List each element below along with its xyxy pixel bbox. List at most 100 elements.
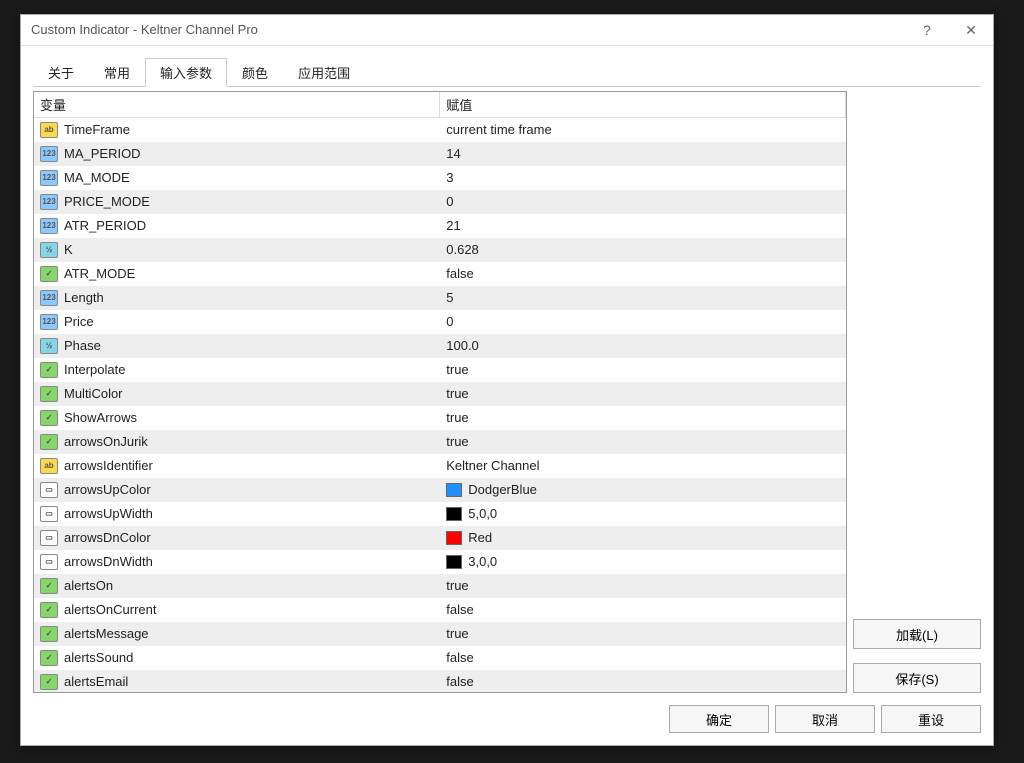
param-name-cell: 123 Length — [34, 286, 440, 310]
type-ab-icon: ab — [40, 122, 58, 138]
tab-4[interactable]: 应用范围 — [283, 58, 365, 87]
table-row[interactable]: ▭arrowsDnWidth3,0,0 — [34, 550, 846, 574]
param-value-cell[interactable]: 5,0,0 — [440, 502, 846, 526]
ok-button[interactable]: 确定 — [669, 705, 769, 733]
param-value: false — [446, 602, 473, 617]
table-row[interactable]: 123MA_MODE3 — [34, 166, 846, 190]
param-value-cell[interactable]: false — [440, 646, 846, 670]
param-value-cell[interactable]: 0.628 — [440, 238, 846, 262]
param-name: alertsOnCurrent — [64, 602, 156, 617]
reset-button[interactable]: 重设 — [881, 705, 981, 733]
table-row[interactable]: ½K0.628 — [34, 238, 846, 262]
type-123-icon: 123 — [40, 218, 58, 234]
param-value-cell[interactable]: true — [440, 430, 846, 454]
param-name-cell: 123MA_MODE — [34, 166, 440, 190]
table-row[interactable]: ✓alertsSoundfalse — [34, 646, 846, 670]
param-value-cell[interactable]: DodgerBlue — [440, 478, 846, 502]
type-bool-icon: ✓ — [40, 626, 58, 642]
color-swatch-icon — [446, 483, 462, 497]
param-value-cell[interactable]: Red — [440, 526, 846, 550]
table-row[interactable]: ✓alertsEmailfalse — [34, 670, 846, 693]
param-name: Length — [64, 290, 104, 305]
param-value-cell[interactable]: true — [440, 382, 846, 406]
param-value-cell[interactable]: 100.0 — [440, 334, 846, 358]
param-name-cell: ✓alertsOn — [34, 574, 440, 598]
table-row[interactable]: ✓Interpolate true — [34, 358, 846, 382]
param-value: 21 — [446, 218, 460, 233]
param-name-cell: 123Price — [34, 310, 440, 334]
param-value-cell[interactable]: false — [440, 262, 846, 286]
table-row[interactable]: 123PRICE_MODE0 — [34, 190, 846, 214]
tab-2[interactable]: 输入参数 — [145, 58, 227, 87]
table-row[interactable]: 123 Length 5 — [34, 286, 846, 310]
param-name-cell: ✓Interpolate — [34, 358, 440, 382]
type-123-icon: 123 — [40, 146, 58, 162]
param-name: Interpolate — [64, 362, 125, 377]
param-value-cell[interactable]: Keltner Channel — [440, 454, 846, 478]
param-value: 100.0 — [446, 338, 479, 353]
load-button[interactable]: 加载(L) — [853, 619, 981, 649]
param-value-cell[interactable]: false — [440, 598, 846, 622]
table-row[interactable]: ▭arrowsDnColorRed — [34, 526, 846, 550]
cancel-button[interactable]: 取消 — [775, 705, 875, 733]
type-123-icon: 123 — [40, 290, 58, 306]
help-icon[interactable]: ? — [905, 15, 949, 45]
table-row[interactable]: ✓arrowsOnJuriktrue — [34, 430, 846, 454]
param-name: arrowsDnColor — [64, 530, 151, 545]
param-name: arrowsIdentifier — [64, 458, 153, 473]
table-row[interactable]: ½Phase100.0 — [34, 334, 846, 358]
tab-0[interactable]: 关于 — [33, 58, 89, 87]
param-value-cell[interactable]: 21 — [440, 214, 846, 238]
param-name: Phase — [64, 338, 101, 353]
type-bool-icon: ✓ — [40, 266, 58, 282]
table-row[interactable]: ✓alertsOnCurrentfalse — [34, 598, 846, 622]
param-name: PRICE_MODE — [64, 194, 150, 209]
table-row[interactable]: ✓ATR_MODEfalse — [34, 262, 846, 286]
param-name-cell: abarrowsIdentifier — [34, 454, 440, 478]
param-value-cell[interactable]: 3,0,0 — [440, 550, 846, 574]
table-row[interactable]: abTimeFramecurrent time frame — [34, 118, 846, 143]
type-bool-icon: ✓ — [40, 410, 58, 426]
param-value: 5 — [446, 290, 453, 305]
table-row[interactable]: abarrowsIdentifierKeltner Channel — [34, 454, 846, 478]
param-value: true — [446, 362, 468, 377]
table-row[interactable]: ✓ ShowArrows true — [34, 406, 846, 430]
param-value-cell[interactable]: current time frame — [440, 118, 846, 143]
param-value-cell[interactable]: true — [440, 622, 846, 646]
param-name-cell: 123MA_PERIOD — [34, 142, 440, 166]
table-row[interactable]: ▭arrowsUpWidth5,0,0 — [34, 502, 846, 526]
color-swatch-icon — [446, 555, 462, 569]
type-bool-icon: ✓ — [40, 650, 58, 666]
tab-1[interactable]: 常用 — [89, 58, 145, 87]
param-name-cell: ✓alertsSound — [34, 646, 440, 670]
param-value-cell[interactable]: false — [440, 670, 846, 693]
param-value-cell[interactable]: true — [440, 358, 846, 382]
table-row[interactable]: ✓MultiColortrue — [34, 382, 846, 406]
column-header-variable[interactable]: 变量 — [34, 92, 440, 118]
tab-3[interactable]: 颜色 — [227, 58, 283, 87]
param-value-cell[interactable]: true — [440, 406, 846, 430]
param-value-cell[interactable]: 3 — [440, 166, 846, 190]
param-value-cell[interactable]: 5 — [440, 286, 846, 310]
param-value: 3,0,0 — [468, 554, 497, 569]
param-name: ShowArrows — [64, 410, 137, 425]
table-row[interactable]: 123ATR_PERIOD21 — [34, 214, 846, 238]
param-name: K — [64, 242, 73, 257]
param-name-cell: abTimeFrame — [34, 118, 440, 143]
param-name: arrowsDnWidth — [64, 554, 153, 569]
column-header-value[interactable]: 赋值 — [440, 92, 846, 118]
table-row[interactable]: ✓alertsMessagetrue — [34, 622, 846, 646]
param-value-cell[interactable]: true — [440, 574, 846, 598]
param-name-cell: ▭arrowsUpWidth — [34, 502, 440, 526]
param-value: 14 — [446, 146, 460, 161]
table-row[interactable]: 123MA_PERIOD 14 — [34, 142, 846, 166]
table-row[interactable]: 123Price0 — [34, 310, 846, 334]
param-value-cell[interactable]: 0 — [440, 190, 846, 214]
param-value-cell[interactable]: 14 — [440, 142, 846, 166]
close-icon[interactable]: ✕ — [949, 15, 993, 45]
save-button[interactable]: 保存(S) — [853, 663, 981, 693]
table-row[interactable]: ✓alertsOntrue — [34, 574, 846, 598]
table-row[interactable]: ▭arrowsUpColorDodgerBlue — [34, 478, 846, 502]
type-bool-icon: ✓ — [40, 674, 58, 690]
param-value-cell[interactable]: 0 — [440, 310, 846, 334]
